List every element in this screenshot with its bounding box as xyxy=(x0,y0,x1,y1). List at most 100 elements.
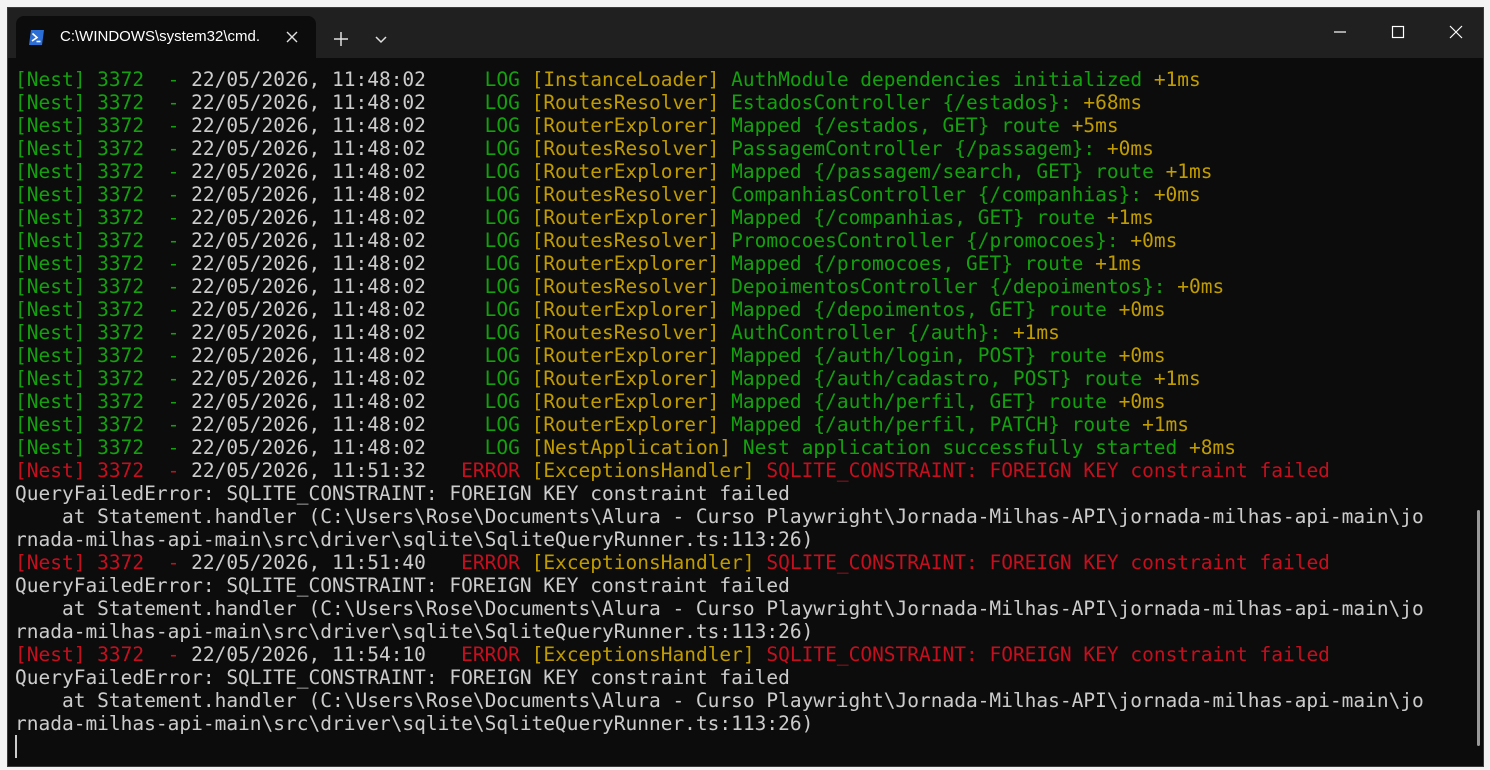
console-line: QueryFailedError: SQLITE_CONSTRAINT: FOR… xyxy=(15,574,1465,597)
log-prefix: [Nest] 3372 - xyxy=(15,68,192,91)
log-prefix: [Nest] 3372 - xyxy=(15,344,192,367)
log-message: Mapped {/auth/perfil, PATCH} route xyxy=(731,413,1143,436)
log-prefix: [Nest] 3372 - xyxy=(15,137,192,160)
log-level: LOG xyxy=(484,91,532,114)
console-line: [Nest] 3372 - 22/05/2026, 11:48:02 LOG [… xyxy=(15,436,1465,459)
log-level: ERROR xyxy=(461,459,532,482)
log-context: [RouterExplorer] xyxy=(531,390,732,413)
log-message: PassagemController {/passagem}: xyxy=(731,137,1107,160)
log-message: Mapped {/passagem/search, GET} route xyxy=(731,160,1166,183)
tab-title: C:\WINDOWS\system32\cmd. xyxy=(60,28,261,45)
console-line: rnada-milhas-api-main\src\driver\sqlite\… xyxy=(15,712,1465,735)
console-text: at Statement.handler (C:\Users\Rose\Docu… xyxy=(15,597,1424,620)
console-line: at Statement.handler (C:\Users\Rose\Docu… xyxy=(15,597,1465,620)
console-line: [Nest] 3372 - 22/05/2026, 11:51:32 ERROR… xyxy=(15,459,1465,482)
log-duration: +1ms xyxy=(1095,252,1143,275)
log-message: Mapped {/promocoes, GET} route xyxy=(731,252,1096,275)
console-line: [Nest] 3372 - 22/05/2026, 11:48:02 LOG [… xyxy=(15,344,1465,367)
console-line: [Nest] 3372 - 22/05/2026, 11:48:02 LOG [… xyxy=(15,114,1465,137)
log-prefix: [Nest] 3372 - xyxy=(15,390,192,413)
console-line: [Nest] 3372 - 22/05/2026, 11:48:02 LOG [… xyxy=(15,229,1465,252)
log-duration: +1ms xyxy=(1012,321,1060,344)
log-prefix: [Nest] 3372 - xyxy=(15,643,192,666)
log-timestamp: 22/05/2026, 11:48:02 xyxy=(191,137,485,160)
log-context: [RoutesResolver] xyxy=(531,229,732,252)
console-text: at Statement.handler (C:\Users\Rose\Docu… xyxy=(15,505,1424,528)
log-context: [RoutesResolver] xyxy=(531,183,732,206)
console-text: at Statement.handler (C:\Users\Rose\Docu… xyxy=(15,689,1424,712)
log-duration: +1ms xyxy=(1165,160,1213,183)
log-message: CompanhiasController {/companhias}: xyxy=(731,183,1154,206)
log-duration: +0ms xyxy=(1153,183,1201,206)
log-prefix: [Nest] 3372 - xyxy=(15,114,192,137)
console-line: QueryFailedError: SQLITE_CONSTRAINT: FOR… xyxy=(15,482,1465,505)
console-line: [Nest] 3372 - 22/05/2026, 11:48:02 LOG [… xyxy=(15,206,1465,229)
console-line: [Nest] 3372 - 22/05/2026, 11:48:02 LOG [… xyxy=(15,275,1465,298)
log-prefix: [Nest] 3372 - xyxy=(15,436,192,459)
log-level: LOG xyxy=(484,390,532,413)
minimize-button[interactable] xyxy=(1311,8,1369,56)
scrollbar[interactable] xyxy=(1477,510,1480,746)
log-message: AuthModule dependencies initialized xyxy=(731,68,1154,91)
close-button[interactable] xyxy=(1427,8,1483,56)
log-message: Mapped {/estados, GET} route xyxy=(731,114,1072,137)
log-level: LOG xyxy=(484,137,532,160)
log-prefix: [Nest] 3372 - xyxy=(15,413,192,436)
tab-close-icon[interactable] xyxy=(284,29,300,45)
console-output[interactable]: [Nest] 3372 - 22/05/2026, 11:48:02 LOG [… xyxy=(15,68,1465,758)
log-level: LOG xyxy=(484,114,532,137)
log-prefix: [Nest] 3372 - xyxy=(15,367,192,390)
console-text: rnada-milhas-api-main\src\driver\sqlite\… xyxy=(15,620,814,643)
log-prefix: [Nest] 3372 - xyxy=(15,91,192,114)
title-bar[interactable]: C:\WINDOWS\system32\cmd. xyxy=(8,8,1483,58)
log-prefix: [Nest] 3372 - xyxy=(15,160,192,183)
log-level: LOG xyxy=(484,436,532,459)
log-timestamp: 22/05/2026, 11:48:02 xyxy=(191,206,485,229)
log-timestamp: 22/05/2026, 11:48:02 xyxy=(191,298,485,321)
log-timestamp: 22/05/2026, 11:54:10 xyxy=(191,643,462,666)
log-timestamp: 22/05/2026, 11:51:40 xyxy=(191,551,462,574)
text-cursor xyxy=(15,735,17,758)
minimize-icon xyxy=(1334,31,1346,33)
log-level: LOG xyxy=(484,229,532,252)
log-context: [InstanceLoader] xyxy=(531,68,732,91)
log-message: SQLITE_CONSTRAINT: FOREIGN KEY constrain… xyxy=(766,459,1330,482)
console-line: at Statement.handler (C:\Users\Rose\Docu… xyxy=(15,689,1465,712)
new-tab-button[interactable] xyxy=(326,26,356,52)
chevron-down-icon[interactable] xyxy=(368,26,394,52)
console-text: QueryFailedError: SQLITE_CONSTRAINT: FOR… xyxy=(15,666,790,689)
log-context: [NestApplication] xyxy=(531,436,743,459)
terminal-window: C:\WINDOWS\system32\cmd. [Nest] 3372 - 2… xyxy=(7,7,1484,767)
console-line: [Nest] 3372 - 22/05/2026, 11:48:02 LOG [… xyxy=(15,160,1465,183)
log-message: Mapped {/auth/cadastro, POST} route xyxy=(731,367,1154,390)
log-duration: +1ms xyxy=(1153,68,1201,91)
console-line: rnada-milhas-api-main\src\driver\sqlite\… xyxy=(15,528,1465,551)
log-context: [RoutesResolver] xyxy=(531,91,732,114)
log-level: LOG xyxy=(484,298,532,321)
console-line: [Nest] 3372 - 22/05/2026, 11:48:02 LOG [… xyxy=(15,252,1465,275)
console-line: [Nest] 3372 - 22/05/2026, 11:48:02 LOG [… xyxy=(15,183,1465,206)
console-line: rnada-milhas-api-main\src\driver\sqlite\… xyxy=(15,620,1465,643)
log-prefix: [Nest] 3372 - xyxy=(15,275,192,298)
log-message: SQLITE_CONSTRAINT: FOREIGN KEY constrain… xyxy=(766,551,1330,574)
log-level: LOG xyxy=(484,275,532,298)
log-context: [ExceptionsHandler] xyxy=(531,643,767,666)
log-duration: +1ms xyxy=(1153,367,1201,390)
tab-cmd[interactable]: C:\WINDOWS\system32\cmd. xyxy=(16,16,316,58)
log-level: LOG xyxy=(484,413,532,436)
log-level: LOG xyxy=(484,160,532,183)
log-timestamp: 22/05/2026, 11:48:02 xyxy=(191,436,485,459)
log-message: DepoimentosController {/depoimentos}: xyxy=(731,275,1178,298)
log-level: ERROR xyxy=(461,643,532,666)
log-context: [RouterExplorer] xyxy=(531,206,732,229)
log-duration: +1ms xyxy=(1142,413,1190,436)
log-context: [RouterExplorer] xyxy=(531,114,732,137)
log-context: [RouterExplorer] xyxy=(531,160,732,183)
maximize-button[interactable] xyxy=(1369,8,1427,56)
log-context: [RouterExplorer] xyxy=(531,298,732,321)
log-level: LOG xyxy=(484,183,532,206)
log-message: AuthController {/auth}: xyxy=(731,321,1013,344)
log-message: EstadosController {/estados}: xyxy=(731,91,1084,114)
console-text: QueryFailedError: SQLITE_CONSTRAINT: FOR… xyxy=(15,482,790,505)
log-timestamp: 22/05/2026, 11:48:02 xyxy=(191,390,485,413)
